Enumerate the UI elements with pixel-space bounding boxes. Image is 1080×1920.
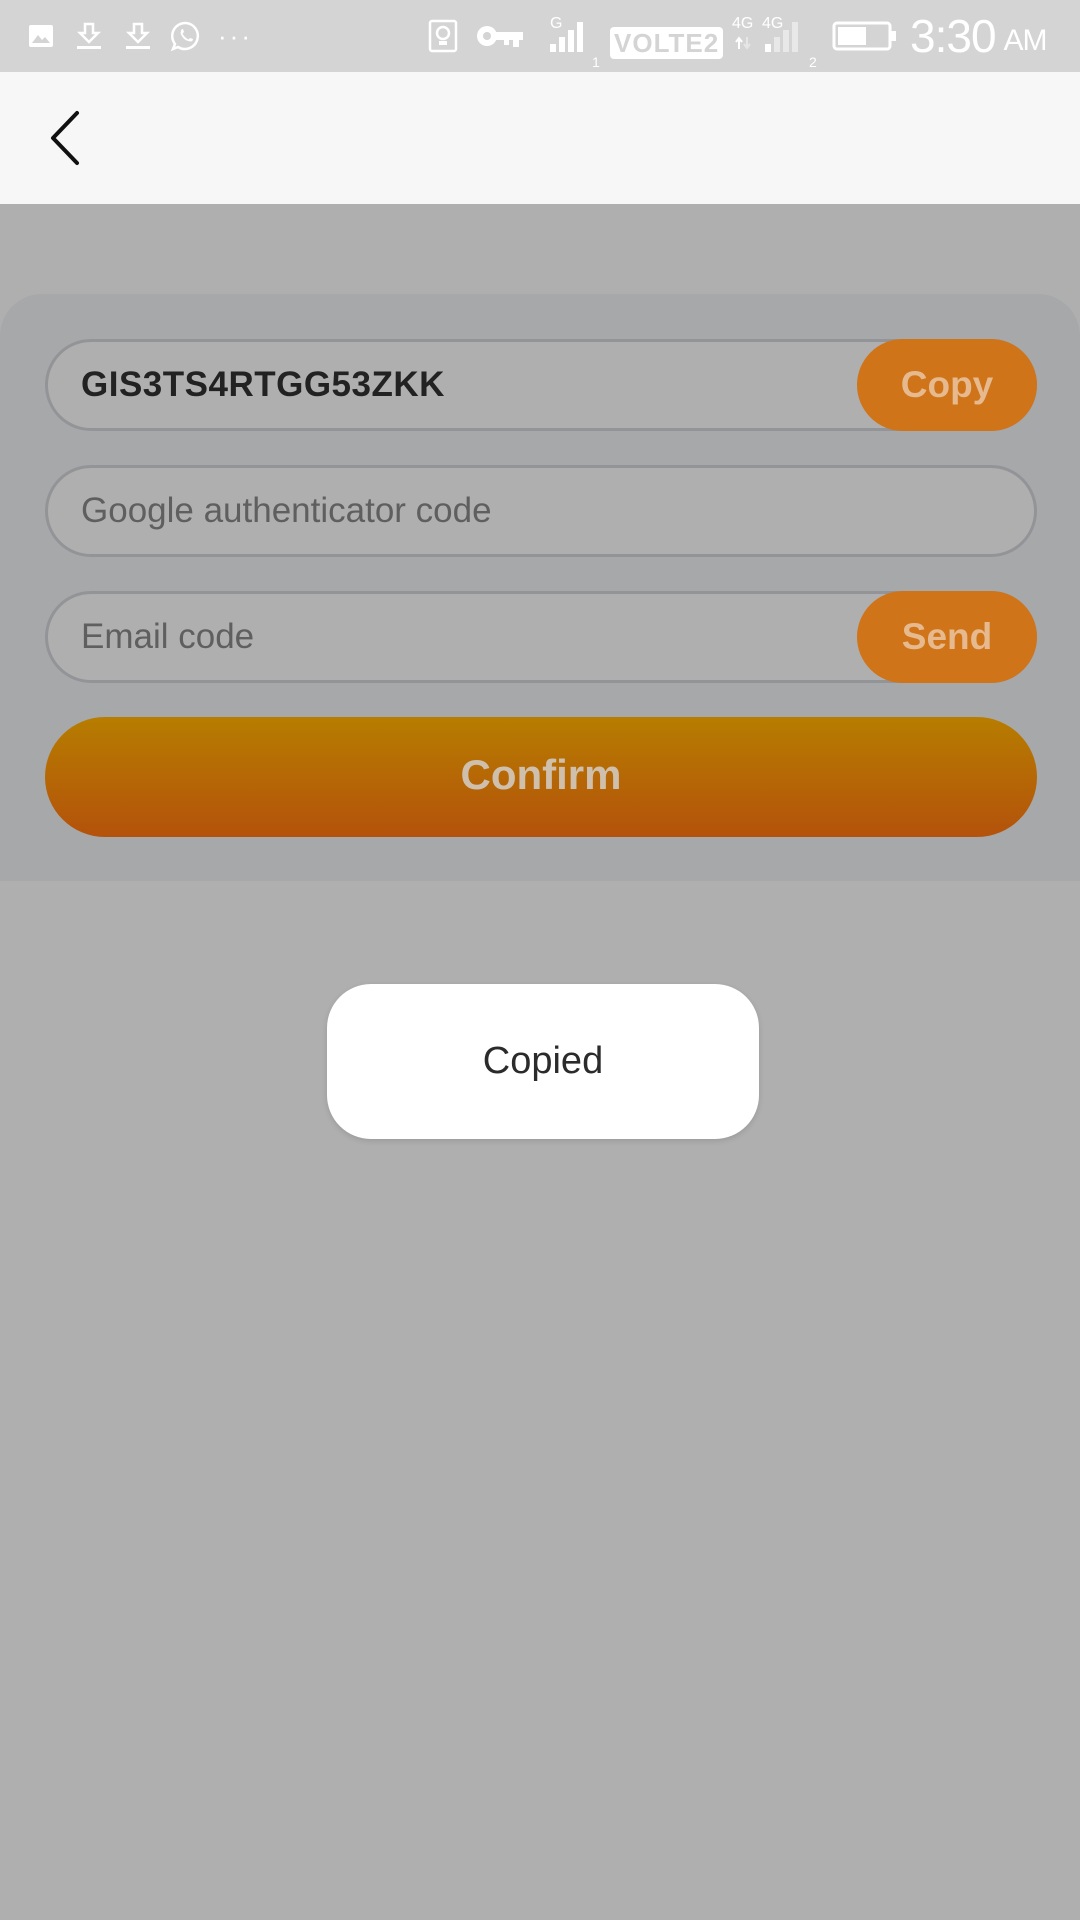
volte-badge: VOLTE2 xyxy=(610,27,724,59)
clock-time: 3:30 xyxy=(910,10,997,62)
clock-ampm: AM xyxy=(1003,24,1048,57)
google-code-placeholder: Google authenticator code xyxy=(81,491,492,530)
whatsapp-icon xyxy=(170,0,202,72)
clock: 3:30 AM xyxy=(910,0,1048,72)
toast: Copied xyxy=(327,984,759,1139)
confirm-button[interactable]: Confirm xyxy=(45,717,1037,837)
secret-key-value: GIS3TS4RTGG53ZKK xyxy=(81,365,445,404)
signal-icon xyxy=(762,0,806,72)
signal-icon xyxy=(548,0,588,72)
download-icon xyxy=(123,0,153,72)
status-bar: ··· G 1 VOLTE2 4G 4G 2 3:30 AM xyxy=(0,0,1080,72)
data-arrows-icon xyxy=(734,0,752,72)
back-button[interactable] xyxy=(30,102,100,174)
more-icon: ··· xyxy=(218,20,253,51)
download-icon xyxy=(74,0,104,72)
alarm-icon xyxy=(428,0,458,72)
email-code-placeholder: Email code xyxy=(81,617,255,656)
send-button[interactable]: Send xyxy=(857,591,1037,683)
copy-button[interactable]: Copy xyxy=(857,339,1037,431)
email-code-input[interactable]: Email code Send xyxy=(45,591,1037,683)
battery-icon xyxy=(832,0,898,72)
secret-key-field: GIS3TS4RTGG53ZKK Copy xyxy=(45,339,1037,431)
google-code-input[interactable]: Google authenticator code xyxy=(45,465,1037,557)
toast-message: Copied xyxy=(482,1040,604,1082)
vpn-key-icon xyxy=(475,0,525,72)
app-bar xyxy=(0,72,1080,204)
chevron-left-icon xyxy=(51,111,79,165)
image-icon xyxy=(27,0,55,72)
